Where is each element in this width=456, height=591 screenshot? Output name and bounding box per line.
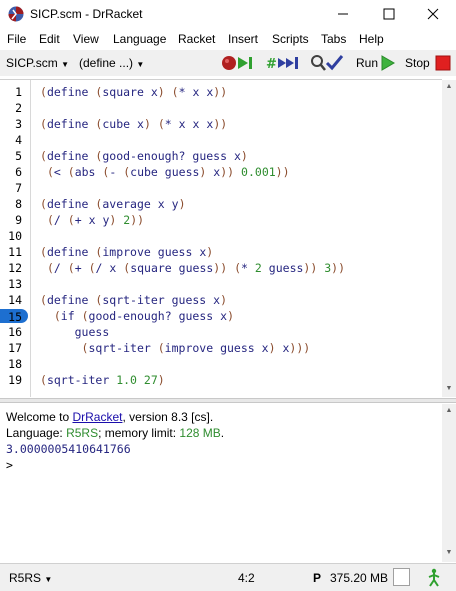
toolbar: SICP.scm ▼ (define ...) ▼ # Run Stop (0, 50, 456, 76)
file-selector-label: SICP.scm (6, 56, 58, 70)
status-bar: R5RS ▼ 4:2 P 375.20 MB (0, 563, 456, 591)
pane-splitter[interactable] (0, 398, 456, 403)
minimize-icon (338, 13, 348, 15)
title-bar: SICP.scm - DrRacket (0, 0, 456, 28)
drracket-logo-icon (8, 6, 24, 22)
check-syntax-icon[interactable] (309, 53, 345, 73)
window-title: SICP.scm - DrRacket (30, 7, 143, 21)
line-number: 9 (15, 213, 22, 227)
menu-file[interactable]: File (7, 32, 26, 46)
minimize-button[interactable] (320, 0, 366, 28)
running-man-icon (428, 568, 440, 587)
scroll-down-icon[interactable]: ▼ (442, 385, 456, 392)
repl-scrollbar[interactable]: ▲ ▼ (442, 404, 456, 562)
interactions-pane[interactable]: Welcome to DrRacket, version 8.3 [cs]. L… (0, 404, 456, 562)
stop-icon[interactable] (435, 53, 451, 73)
gutter-divider (30, 80, 31, 397)
file-selector[interactable]: SICP.scm ▼ (6, 56, 69, 70)
stop-button[interactable]: Stop (405, 56, 430, 70)
chevron-down-icon: ▼ (61, 60, 70, 69)
memory-suffix: . (220, 426, 225, 440)
menu-edit[interactable]: Edit (39, 32, 60, 46)
menu-language[interactable]: Language (113, 32, 166, 46)
line-number: 18 (8, 357, 22, 371)
editor-scrollbar[interactable]: ▲ ▼ (442, 80, 456, 397)
repl-prompt[interactable]: > (6, 457, 13, 473)
definitions-editor[interactable]: 1 (define (square x) (* x x)) 2 3 (define (c… (0, 79, 456, 397)
maximize-icon (383, 8, 395, 20)
scroll-up-icon[interactable]: ▲ (442, 407, 456, 414)
code-text: (define (square x) (* x x)) (40, 85, 228, 99)
cursor-position: 4:2 (238, 571, 255, 585)
menu-insert[interactable]: Insert (228, 32, 258, 46)
maximize-button[interactable] (366, 0, 412, 28)
menu-bar: File Edit View Language Racket Insert Sc… (0, 28, 456, 50)
run-button-label: Run (356, 56, 379, 70)
code-text: (/ (+ x y) 2)) (46, 213, 145, 227)
welcome-suffix: , version 8.3 [cs]. (122, 410, 214, 424)
line-number: 1 (15, 85, 22, 99)
code-text: (sqrt-iter (improve guess x) x))) (81, 341, 311, 355)
menu-scripts[interactable]: Scripts (272, 32, 309, 46)
code-text: (define (sqrt-iter guess x) (40, 293, 228, 307)
drracket-link[interactable]: DrRacket (72, 410, 122, 424)
line-number: 6 (15, 165, 22, 179)
debug-button-icon[interactable] (220, 53, 256, 73)
svg-text:#: # (266, 57, 277, 72)
line-number: 19 (8, 373, 22, 387)
define-selector[interactable]: (define ...) ▼ (79, 56, 144, 70)
menu-view[interactable]: View (73, 32, 99, 46)
language-line: Language: R5RS; memory limit: 128 MB. (6, 425, 224, 441)
define-selector-label: (define ...) (79, 56, 134, 70)
memory-usage: 375.20 MB (330, 571, 389, 585)
stop-button-label: Stop (405, 56, 430, 70)
welcome-prefix: Welcome to (6, 410, 73, 424)
scroll-up-icon[interactable]: ▲ (442, 83, 456, 90)
code-text: (/ (+ (/ x (square guess)) (* 2 guess)) … (46, 261, 346, 275)
scroll-down-icon[interactable]: ▼ (442, 549, 456, 556)
line-number: 11 (8, 245, 22, 259)
code-text: (define (average x y) (40, 197, 186, 211)
line-number: 10 (8, 229, 22, 243)
code-text: (sqrt-iter 1.0 27) (40, 373, 165, 387)
code-text: (< (abs (- (cube guess) x)) 0.001)) (46, 165, 290, 179)
line-number: 5 (15, 149, 22, 163)
line-number: 12 (8, 261, 22, 275)
line-number: 16 (8, 325, 22, 339)
code-text: guess (74, 325, 110, 339)
memory-prefix: ; memory limit: (98, 426, 180, 440)
line-number: 2 (15, 101, 22, 115)
run-icon[interactable] (381, 53, 395, 73)
code-text: (if (good-enough? guess x) (53, 309, 234, 323)
line-number: 17 (8, 341, 22, 355)
menu-racket[interactable]: Racket (178, 32, 215, 46)
chevron-down-icon: ▼ (44, 575, 53, 584)
chevron-down-icon: ▼ (136, 60, 145, 69)
result-output: 3.0000005410641766 (6, 442, 131, 456)
language-selector-label: R5RS (9, 571, 42, 585)
p-indicator: P (313, 571, 322, 585)
breakpoint-line-number: 15 (0, 309, 28, 324)
code-text: (define (cube x) (* x x x)) (40, 117, 228, 131)
line-number: 4 (15, 133, 22, 147)
code-text: (define (good-enough? guess x) (40, 149, 248, 163)
line-number: 7 (15, 181, 22, 195)
gc-indicator-box (393, 568, 410, 586)
language-prefix: Language: (6, 426, 67, 440)
language-selector[interactable]: R5RS ▼ (9, 571, 52, 585)
code-text: (define (improve guess x) (40, 245, 214, 259)
close-icon (427, 8, 439, 20)
language-name: R5RS (66, 426, 99, 440)
line-number: 8 (15, 197, 22, 211)
menu-help[interactable]: Help (359, 32, 384, 46)
memory-limit: 128 MB (179, 426, 221, 440)
close-button[interactable] (410, 0, 456, 28)
line-number: 14 (8, 293, 22, 307)
run-button[interactable]: Run (356, 56, 378, 70)
welcome-line: Welcome to DrRacket, version 8.3 [cs]. (6, 409, 213, 425)
line-number: 3 (15, 117, 22, 131)
macro-stepper-icon[interactable]: # (265, 53, 303, 73)
line-number: 13 (8, 277, 22, 291)
menu-tabs[interactable]: Tabs (321, 32, 346, 46)
